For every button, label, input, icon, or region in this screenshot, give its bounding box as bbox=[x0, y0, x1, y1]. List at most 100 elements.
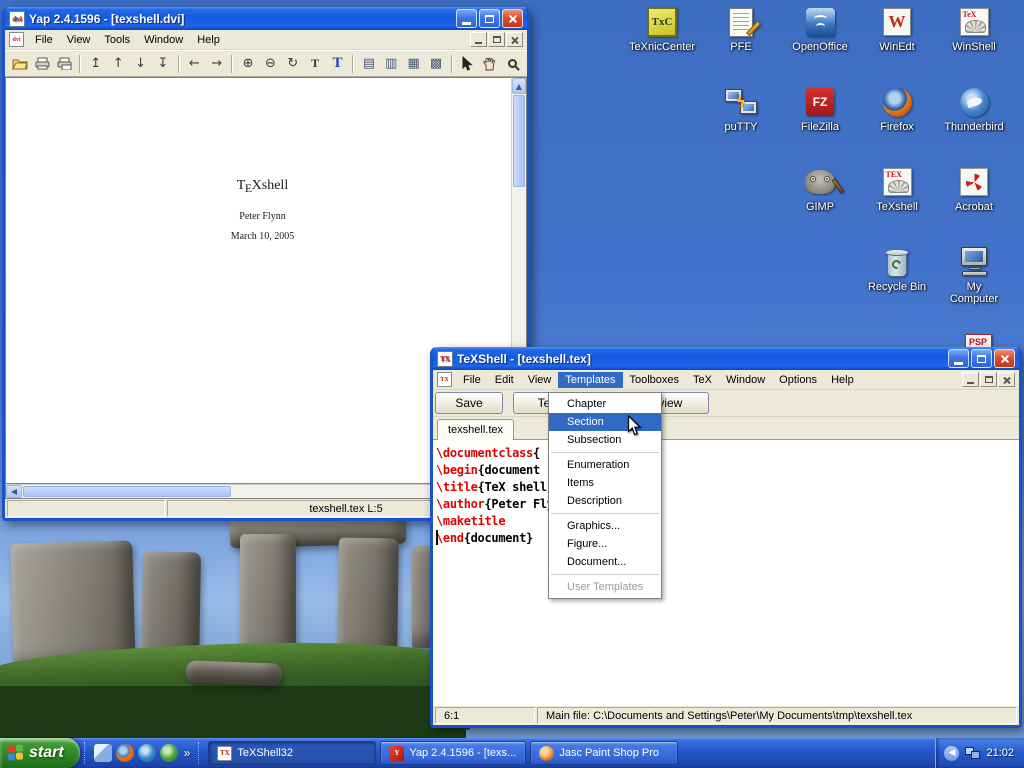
taskbar-grip[interactable] bbox=[84, 742, 88, 764]
menu-view[interactable]: View bbox=[521, 372, 559, 388]
menu-item-section[interactable]: Section bbox=[549, 413, 661, 431]
task-button-label: Yap 2.4.1596 - [texs... bbox=[409, 747, 516, 759]
menu-toolboxes[interactable]: Toolboxes bbox=[623, 372, 687, 388]
child-close-button[interactable] bbox=[506, 32, 523, 47]
menu-window[interactable]: Window bbox=[719, 372, 772, 388]
child-restore-button[interactable] bbox=[980, 372, 997, 387]
maximize-button[interactable] bbox=[971, 349, 992, 368]
desktop-icon-pfe[interactable]: PFE bbox=[708, 6, 774, 53]
quick-launch-show-desktop-icon[interactable] bbox=[94, 744, 112, 762]
network-status-icon[interactable] bbox=[965, 747, 980, 759]
menu-help[interactable]: Help bbox=[824, 372, 861, 388]
smaller-text-icon[interactable]: T bbox=[305, 53, 326, 74]
larger-text-icon[interactable]: T bbox=[327, 53, 348, 74]
quick-launch-app-icon[interactable] bbox=[160, 744, 178, 762]
desktop-icon-openoffice[interactable]: OpenOffice bbox=[787, 6, 853, 53]
desktop-icon-thunderbird[interactable]: Thunderbird bbox=[941, 86, 1007, 133]
menu-item-document[interactable]: Document... bbox=[549, 553, 661, 571]
menu-options[interactable]: Options bbox=[772, 372, 824, 388]
desktop-icon-firefox[interactable]: Firefox bbox=[864, 86, 930, 133]
menu-edit[interactable]: Edit bbox=[488, 372, 521, 388]
desktop-icon-filezilla[interactable]: FZ FileZilla bbox=[787, 86, 853, 133]
menu-item-graphics[interactable]: Graphics... bbox=[549, 517, 661, 535]
child-close-button[interactable] bbox=[998, 372, 1015, 387]
quick-launch-overflow-chevron[interactable]: » bbox=[184, 746, 191, 760]
save-button[interactable]: Save bbox=[435, 392, 503, 414]
previous-page-icon[interactable]: ↑ bbox=[108, 53, 129, 74]
desktop-icon-winedt[interactable]: W WinEdt bbox=[864, 6, 930, 53]
taskbar-button-paintshoppro[interactable]: Jasc Paint Shop Pro bbox=[530, 741, 678, 765]
child-minimize-button[interactable] bbox=[962, 372, 979, 387]
desktop-icon-my-computer[interactable]: My Computer bbox=[941, 246, 1007, 305]
yap-task-icon: Y bbox=[389, 746, 404, 761]
menu-window[interactable]: Window bbox=[137, 32, 190, 48]
zoom-out-icon[interactable]: ⊖ bbox=[260, 53, 281, 74]
quick-launch-thunderbird-icon[interactable] bbox=[138, 744, 156, 762]
minimize-button[interactable] bbox=[456, 9, 477, 28]
scroll-left-icon[interactable]: ◀ bbox=[6, 485, 22, 498]
scrollbar-thumb[interactable] bbox=[513, 95, 525, 187]
start-button[interactable]: start bbox=[0, 738, 80, 768]
quick-launch-firefox-icon[interactable] bbox=[116, 744, 134, 762]
toolbar-separator bbox=[451, 55, 453, 73]
taskbar-clock[interactable]: 21:02 bbox=[986, 747, 1014, 759]
close-button[interactable] bbox=[502, 9, 523, 28]
print-page-icon[interactable] bbox=[54, 53, 75, 74]
desktop-icon-texshell[interactable]: TEX TeXshell bbox=[864, 166, 930, 213]
desktop-icon-acrobat[interactable]: Acrobat bbox=[941, 166, 1007, 213]
hand-tool-icon[interactable] bbox=[479, 53, 500, 74]
zoom-in-icon[interactable]: ⊕ bbox=[237, 53, 258, 74]
scrollbar-thumb[interactable] bbox=[23, 486, 231, 497]
menu-item-description[interactable]: Description bbox=[549, 492, 661, 510]
back-icon[interactable]: ← bbox=[184, 53, 205, 74]
menu-item-figure[interactable]: Figure... bbox=[549, 535, 661, 553]
maximize-button[interactable] bbox=[479, 9, 500, 28]
hide-icons-chevron-icon[interactable]: ◀ bbox=[944, 746, 959, 761]
continuous-view-icon[interactable]: ▥ bbox=[381, 53, 402, 74]
last-page-icon[interactable]: ↧ bbox=[152, 53, 173, 74]
refresh-icon[interactable]: ↻ bbox=[282, 53, 303, 74]
menu-file[interactable]: File bbox=[28, 32, 60, 48]
facing-pages-view-icon[interactable]: ▦ bbox=[403, 53, 424, 74]
taskbar-button-texshell[interactable]: TX TeXShell32 bbox=[208, 741, 376, 765]
tab-texshell-tex[interactable]: texshell.tex bbox=[437, 419, 514, 440]
minimize-button[interactable] bbox=[948, 349, 969, 368]
menu-item-user-templates[interactable]: User Templates bbox=[549, 578, 661, 596]
yap-titlebar[interactable]: dvi Yap 2.4.1596 - [texshell.dvi] bbox=[5, 7, 527, 30]
menu-tools[interactable]: Tools bbox=[97, 32, 137, 48]
first-page-icon[interactable]: ↥ bbox=[85, 53, 106, 74]
select-tool-icon[interactable] bbox=[457, 53, 478, 74]
child-minimize-button[interactable] bbox=[470, 32, 487, 47]
menu-templates[interactable]: Templates bbox=[558, 372, 622, 388]
menu-item-subsection[interactable]: Subsection bbox=[549, 431, 661, 449]
menu-tex[interactable]: TeX bbox=[686, 372, 719, 388]
desktop-icon-recycle-bin[interactable]: Recycle Bin bbox=[864, 246, 930, 293]
zoom-tool-icon[interactable] bbox=[502, 53, 523, 74]
taskbar: start » TX TeXShell32 Y Yap 2.4.1596 - [… bbox=[0, 738, 1024, 768]
menu-item-chapter[interactable]: Chapter bbox=[549, 395, 661, 413]
next-page-icon[interactable]: ↓ bbox=[130, 53, 151, 74]
scroll-up-icon[interactable]: ▲ bbox=[512, 78, 526, 94]
code-editor[interactable]: \documentclass{ \begin{document \title{T… bbox=[433, 440, 1019, 706]
taskbar-grip[interactable] bbox=[198, 742, 202, 764]
desktop-icon-texniccenter[interactable]: TxC TeXnicCenter bbox=[629, 6, 695, 53]
forward-icon[interactable]: → bbox=[206, 53, 227, 74]
menu-item-enumeration[interactable]: Enumeration bbox=[549, 456, 661, 474]
desktop-icon-gimp[interactable]: GIMP bbox=[787, 166, 853, 213]
texshell-titlebar[interactable]: TX TeXShell - [texshell.tex] bbox=[433, 347, 1019, 370]
toolbar-separator bbox=[352, 55, 354, 73]
desktop-icon-putty[interactable]: ϟ puTTY bbox=[708, 86, 774, 133]
desktop-icon-winshell[interactable]: TeX WinShell bbox=[941, 6, 1007, 53]
pfe-icon bbox=[724, 6, 758, 38]
menu-file[interactable]: File bbox=[456, 372, 488, 388]
open-file-icon[interactable] bbox=[9, 53, 30, 74]
taskbar-button-yap[interactable]: Y Yap 2.4.1596 - [texs... bbox=[380, 741, 526, 765]
close-button[interactable] bbox=[994, 349, 1015, 368]
menu-item-items[interactable]: Items bbox=[549, 474, 661, 492]
menu-help[interactable]: Help bbox=[190, 32, 227, 48]
print-icon[interactable] bbox=[31, 53, 52, 74]
child-restore-button[interactable] bbox=[488, 32, 505, 47]
single-page-view-icon[interactable]: ▤ bbox=[358, 53, 379, 74]
grid-view-icon[interactable]: ▩ bbox=[425, 53, 446, 74]
menu-view[interactable]: View bbox=[60, 32, 98, 48]
